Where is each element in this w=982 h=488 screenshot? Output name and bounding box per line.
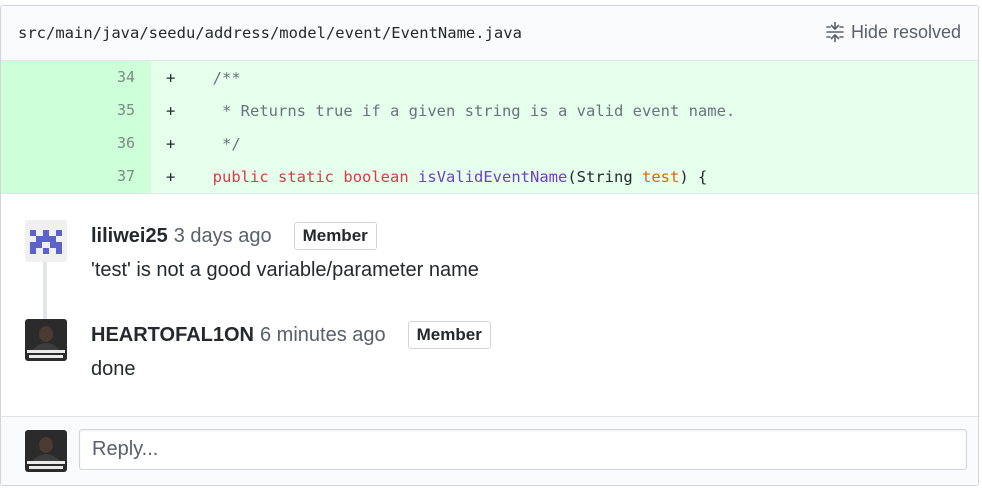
- file-header: src/main/java/seedu/address/model/event/…: [1, 6, 978, 61]
- identicon-avatar-icon: [25, 220, 67, 262]
- diff-marker: +: [166, 101, 176, 120]
- line-number[interactable]: 35: [1, 94, 151, 127]
- diff-marker: +: [166, 134, 176, 153]
- diff-line: 34 + /**: [1, 61, 978, 94]
- photo-avatar-icon: [25, 319, 67, 361]
- comment-list: liliwei25 3 days ago Member 'test' is not a…: [1, 194, 978, 418]
- comment: liliwei25 3 days ago Member 'test' is not a…: [1, 220, 978, 319]
- comment-author[interactable]: liliwei25: [91, 225, 168, 248]
- reply-area: [1, 416, 978, 485]
- fold-icon: [826, 21, 844, 43]
- diff-marker: +: [166, 167, 176, 186]
- comment-header: liliwei25 3 days ago Member: [91, 222, 377, 250]
- comment-body: done: [91, 358, 136, 380]
- review-thread: src/main/java/seedu/address/model/event/…: [0, 5, 979, 486]
- code-token: isValidEventName: [418, 167, 568, 186]
- comment-body: 'test' is not a good variable/parameter …: [91, 259, 479, 281]
- code-token: static: [278, 167, 335, 186]
- hide-resolved-button[interactable]: Hide resolved: [824, 21, 961, 43]
- code-token: public: [212, 167, 269, 186]
- code-token: */: [222, 134, 241, 153]
- code-token: test: [642, 167, 680, 186]
- code-line: + public static boolean isValidEventName…: [151, 168, 707, 186]
- diff-line: 36 + */: [1, 127, 978, 160]
- code-token: * Returns true if a given string is a va…: [222, 101, 736, 120]
- photo-avatar[interactable]: [25, 319, 67, 361]
- code-line: + */: [151, 135, 241, 153]
- reply-input[interactable]: [79, 429, 967, 470]
- line-number[interactable]: 34: [1, 61, 151, 94]
- comment-timestamp[interactable]: 3 days ago: [174, 225, 272, 248]
- code-token: /**: [212, 68, 241, 87]
- code-token: (String: [567, 167, 642, 186]
- comment-header: HEARTOFAL1ON 6 minutes ago Member: [91, 321, 491, 349]
- comment: HEARTOFAL1ON 6 minutes ago Member done: [1, 319, 978, 418]
- code-token: ) {: [679, 167, 708, 186]
- comment-timestamp[interactable]: 6 minutes ago: [260, 324, 386, 347]
- diff-block: 34 + /** 35 + * Returns true if a given str…: [1, 61, 978, 194]
- code-line: + /**: [151, 69, 241, 87]
- line-number[interactable]: 37: [1, 160, 151, 193]
- file-path[interactable]: src/main/java/seedu/address/model/event/…: [18, 24, 522, 42]
- member-badge: Member: [407, 321, 491, 349]
- identicon-avatar[interactable]: [25, 220, 67, 262]
- member-badge: Member: [293, 222, 377, 250]
- comment-author[interactable]: HEARTOFAL1ON: [91, 324, 254, 347]
- code-line: + * Returns true if a given string is a …: [151, 102, 735, 120]
- photo-avatar-icon: [25, 430, 67, 472]
- code-token: boolean: [343, 167, 409, 186]
- hide-resolved-label: Hide resolved: [850, 21, 961, 42]
- diff-marker: +: [166, 68, 176, 87]
- diff-line: 37 + public static boolean isValidEventNa…: [1, 160, 978, 193]
- reply-avatar[interactable]: [25, 430, 67, 472]
- diff-line: 35 + * Returns true if a given string is …: [1, 94, 978, 127]
- line-number[interactable]: 36: [1, 127, 151, 160]
